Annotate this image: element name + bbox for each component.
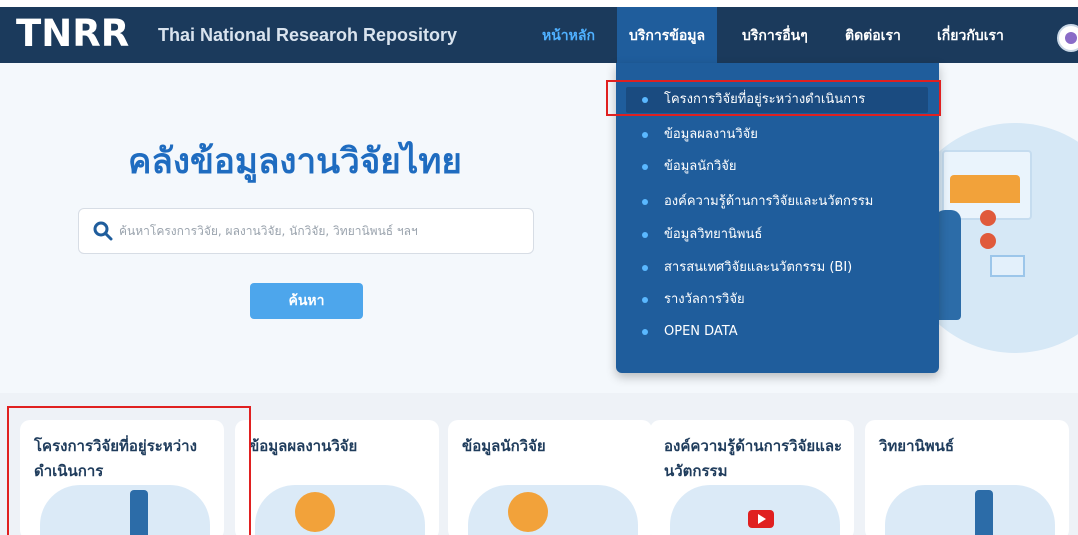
data-services-dropdown: โครงการวิจัยที่อยู่ระหว่างดำเนินการ ข้อม… (616, 63, 939, 373)
dropdown-item-open-data[interactable]: OPEN DATA (616, 319, 939, 345)
user-avatar[interactable] (1057, 24, 1078, 52)
dropdown-item-thesis[interactable]: ข้อมูลวิทยานิพนธ์ (616, 222, 939, 248)
dropdown-item-ongoing-projects[interactable]: โครงการวิจัยที่อยู่ระหว่างดำเนินการ (626, 87, 928, 113)
site-subtitle: Thai National Researoh Repository (158, 25, 458, 45)
bullet-icon (642, 164, 648, 170)
hero-title: คลังข้อมูลงานวิจัยไทย (128, 142, 462, 182)
card-illustration (885, 485, 1055, 535)
dropdown-item-knowledge[interactable]: องค์ความรู้ด้านการวิจัยและนวัตกรรม (616, 189, 939, 215)
illustration-pie (980, 233, 996, 249)
card-title: ข้อมูลนักวิจัย (462, 437, 546, 455)
dropdown-item-label: รางวัลการวิจัย (664, 292, 745, 307)
card-research-results[interactable]: ข้อมูลผลงานวิจัย (235, 420, 439, 535)
illustration-pie (980, 210, 996, 226)
illustration-chart (950, 175, 1020, 203)
card-illustration-book (975, 490, 993, 535)
search-box (78, 208, 534, 254)
bullet-icon (642, 329, 648, 335)
card-illustration (255, 485, 425, 535)
card-thesis[interactable]: วิทยานิพนธ์ (865, 420, 1069, 535)
dropdown-item-label: ข้อมูลนักวิจัย (664, 159, 737, 174)
nav-data-services[interactable]: บริการข้อมูล (617, 7, 718, 63)
card-title: ข้อมูลผลงานวิจัย (249, 437, 358, 455)
card-illustration-magnifier (508, 492, 548, 532)
dropdown-item-label: ข้อมูลผลงานวิจัย (664, 127, 758, 142)
card-illustration-compass (295, 492, 335, 532)
bullet-icon (642, 199, 648, 205)
dropdown-item-bi[interactable]: สารสนเทศวิจัยและนวัตกรรม (BI) (616, 255, 939, 281)
play-icon (748, 510, 774, 528)
bullet-icon (642, 297, 648, 303)
nav-home[interactable]: หน้าหลัก (542, 25, 595, 47)
illustration-line-chart (990, 255, 1025, 277)
dropdown-item-label: องค์ความรู้ด้านการวิจัยและนวัตกรรม (664, 194, 874, 209)
search-input[interactable] (119, 219, 519, 243)
card-title: โครงการวิจัยที่อยู่ระหว่างดำเนินการ (34, 437, 197, 480)
dropdown-item-label: โครงการวิจัยที่อยู่ระหว่างดำเนินการ (664, 92, 866, 107)
dropdown-item-label: ข้อมูลวิทยานิพนธ์ (664, 227, 763, 242)
dropdown-item-researchers[interactable]: ข้อมูลนักวิจัย (616, 154, 939, 180)
card-title: วิทยานิพนธ์ (879, 437, 955, 455)
dropdown-item-label: OPEN DATA (664, 324, 738, 339)
bullet-icon (642, 265, 648, 271)
nav-contact[interactable]: ติดต่อเรา (845, 25, 901, 47)
card-illustration-figure (130, 490, 148, 535)
top-navbar: TNRR Thai National Researoh Repository ห… (0, 0, 1078, 63)
card-knowledge[interactable]: องค์ความรู้ด้านการวิจัยและนวัตกรรม (650, 420, 854, 535)
bullet-icon (642, 97, 648, 103)
dropdown-item-research-results[interactable]: ข้อมูลผลงานวิจัย (616, 122, 939, 148)
search-button[interactable]: ค้นหา (250, 283, 363, 319)
card-ongoing-projects[interactable]: โครงการวิจัยที่อยู่ระหว่างดำเนินการ (20, 420, 224, 535)
nav-other-services[interactable]: บริการอื่นๆ (742, 25, 808, 47)
nav-about[interactable]: เกี่ยวกับเรา (937, 25, 1004, 47)
dropdown-item-awards[interactable]: รางวัลการวิจัย (616, 287, 939, 313)
card-illustration (468, 485, 638, 535)
dropdown-item-label: สารสนเทศวิจัยและนวัตกรรม (BI) (664, 260, 853, 275)
search-icon[interactable] (93, 221, 113, 241)
site-logo[interactable]: TNRR (16, 9, 129, 59)
bullet-icon (642, 132, 648, 138)
card-title: องค์ความรู้ด้านการวิจัยและนวัตกรรม (664, 437, 843, 480)
bullet-icon (642, 232, 648, 238)
card-researchers[interactable]: ข้อมูลนักวิจัย (448, 420, 652, 535)
card-illustration (40, 485, 210, 535)
top-strip (0, 0, 1078, 7)
